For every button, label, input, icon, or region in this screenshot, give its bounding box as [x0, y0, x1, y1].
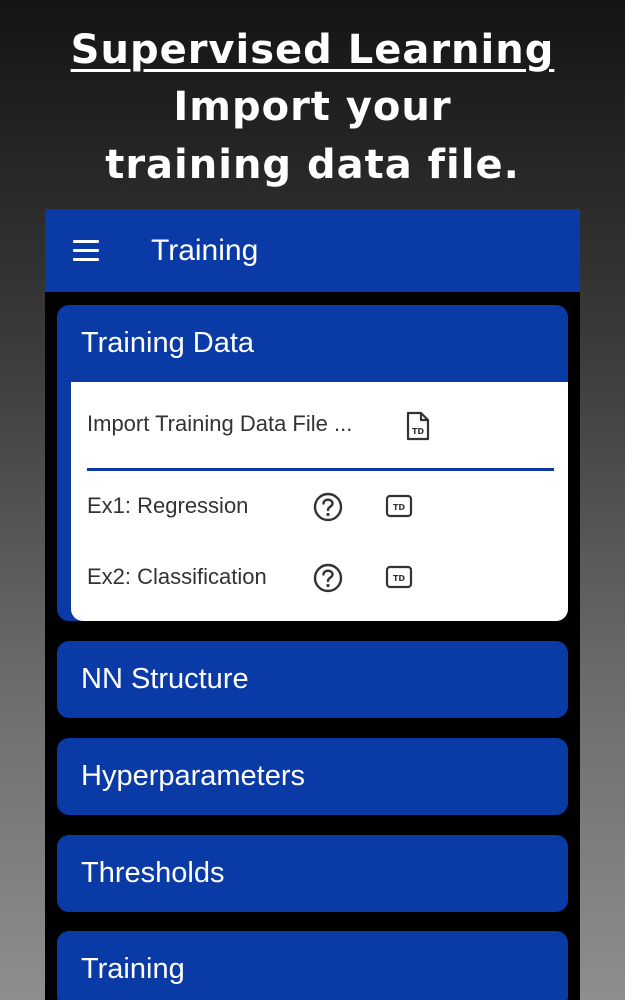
section-thresholds[interactable]: Thresholds [57, 835, 568, 912]
example-classification-row[interactable]: Ex2: Classification TD [87, 557, 557, 597]
td-badge-icon[interactable]: TD [385, 494, 413, 518]
svg-text:TD: TD [412, 427, 424, 436]
section-training-data[interactable]: Training Data Import Training Data File … [57, 305, 568, 621]
promo-title: Supervised Learning [70, 27, 555, 73]
section-title-training: Training [81, 953, 185, 985]
divider [87, 468, 554, 471]
example-classification-label[interactable]: Ex2: Classification [87, 557, 267, 597]
app-bar: Training [45, 209, 580, 292]
section-title-nn-structure: NN Structure [81, 663, 249, 695]
section-nn-structure[interactable]: NN Structure [57, 641, 568, 718]
section-title-thresholds: Thresholds [81, 857, 225, 889]
td-file-icon[interactable]: TD [405, 411, 431, 441]
app-bar-title: Training [151, 234, 259, 267]
hamburger-menu-icon[interactable] [69, 236, 103, 266]
td-badge-icon[interactable]: TD [385, 565, 413, 589]
svg-text:TD: TD [393, 574, 405, 583]
promo-subtitle-line-1: Import your [173, 84, 452, 130]
import-training-data-row[interactable]: Import Training Data File ... TD [87, 404, 557, 444]
promo-banner: Supervised Learning Import your training… [0, 22, 625, 194]
import-training-data-label[interactable]: Import Training Data File ... [87, 404, 352, 444]
example-regression-label[interactable]: Ex1: Regression [87, 486, 248, 526]
training-data-panel: Import Training Data File ... TD Ex1: Re… [71, 382, 568, 621]
svg-text:TD: TD [393, 503, 405, 512]
section-training[interactable]: Training [57, 931, 568, 1000]
help-circle-icon[interactable] [312, 562, 344, 594]
section-hyperparameters[interactable]: Hyperparameters [57, 738, 568, 815]
section-title-training-data: Training Data [81, 327, 255, 359]
app-screen: Training Training Data Import Training D… [45, 209, 580, 1000]
section-title-hyperparameters: Hyperparameters [81, 760, 306, 792]
promo-subtitle-line-2: training data file. [105, 142, 520, 188]
example-regression-row[interactable]: Ex1: Regression TD [87, 486, 557, 526]
help-circle-icon[interactable] [312, 491, 344, 523]
